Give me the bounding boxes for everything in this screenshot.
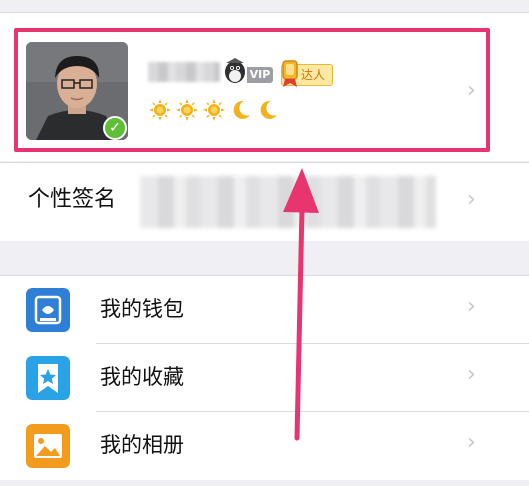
menu-list: 我的钱包 › 我的收藏 › 我的相册 › [0,275,529,480]
chevron-right-icon: › [467,187,476,212]
signature-label: 个性签名 [28,187,117,212]
chevron-right-icon: › [467,362,476,387]
favorites-icon [26,356,70,400]
section-spacer [0,241,529,275]
menu-item-wallet[interactable]: 我的钱包 › [0,276,529,344]
menu-item-album[interactable]: 我的相册 › [0,412,529,480]
chevron-right-icon: › [467,430,476,455]
chevron-right-icon: › [467,294,476,319]
menu-item-label: 我的收藏 [100,365,184,389]
top-spacer [0,0,529,13]
menu-item-label: 我的钱包 [100,297,184,321]
wallet-icon [26,288,70,332]
menu-item-label: 我的相册 [100,433,184,457]
album-icon [26,424,70,468]
highlight-box [14,28,490,152]
signature-redacted [140,176,436,228]
menu-item-favorites[interactable]: 我的收藏 › [0,344,529,412]
